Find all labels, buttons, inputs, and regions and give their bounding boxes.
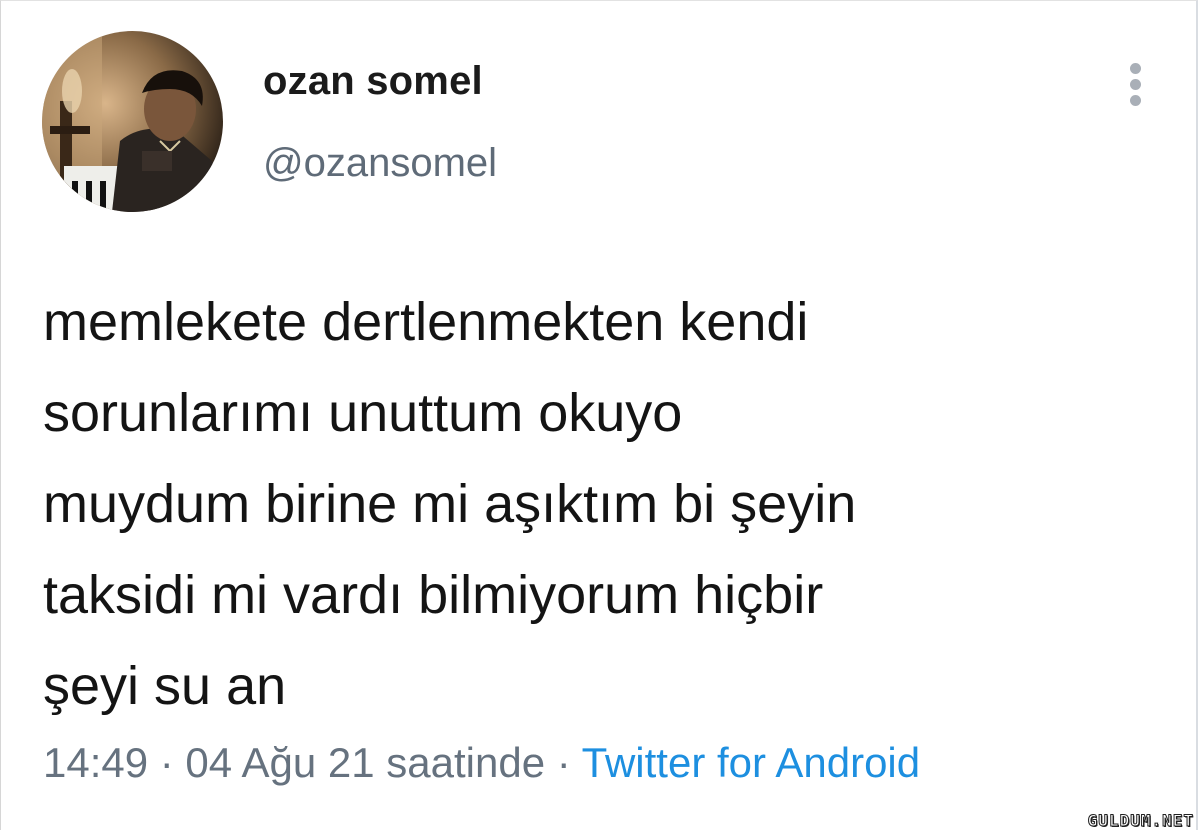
watermark-logo: GULDUM.NET xyxy=(1087,811,1194,831)
more-vertical-icon[interactable] xyxy=(1125,61,1147,109)
tweet-line: şeyi su an xyxy=(43,656,287,716)
tweet-meta: 14:49 · 04 Ağu 21 saatinde · Twitter for… xyxy=(43,739,920,787)
tweet-timestamp[interactable]: 14:49 · 04 Ağu 21 saatinde · xyxy=(43,739,582,786)
avatar-photo xyxy=(42,31,223,212)
tweet-line: memlekete dertlenmekten kendi xyxy=(43,292,809,352)
tweet-card: ozan somel @ozansomel memlekete dertlenm… xyxy=(0,0,1198,830)
tweet-text: memlekete dertlenmekten kendi sorunlarım… xyxy=(43,277,1173,732)
user-handle[interactable]: @ozansomel xyxy=(263,141,497,186)
avatar[interactable] xyxy=(42,31,223,212)
tweet-line: muydum birine mi aşıktım bi şeyin xyxy=(43,474,857,534)
tweet-line: taksidi mi vardı bilmiyorum hiçbir xyxy=(43,565,824,625)
tweet-line: sorunlarımı unuttum okuyo xyxy=(43,383,683,443)
display-name[interactable]: ozan somel xyxy=(263,59,483,104)
tweet-source-link[interactable]: Twitter for Android xyxy=(582,739,920,786)
